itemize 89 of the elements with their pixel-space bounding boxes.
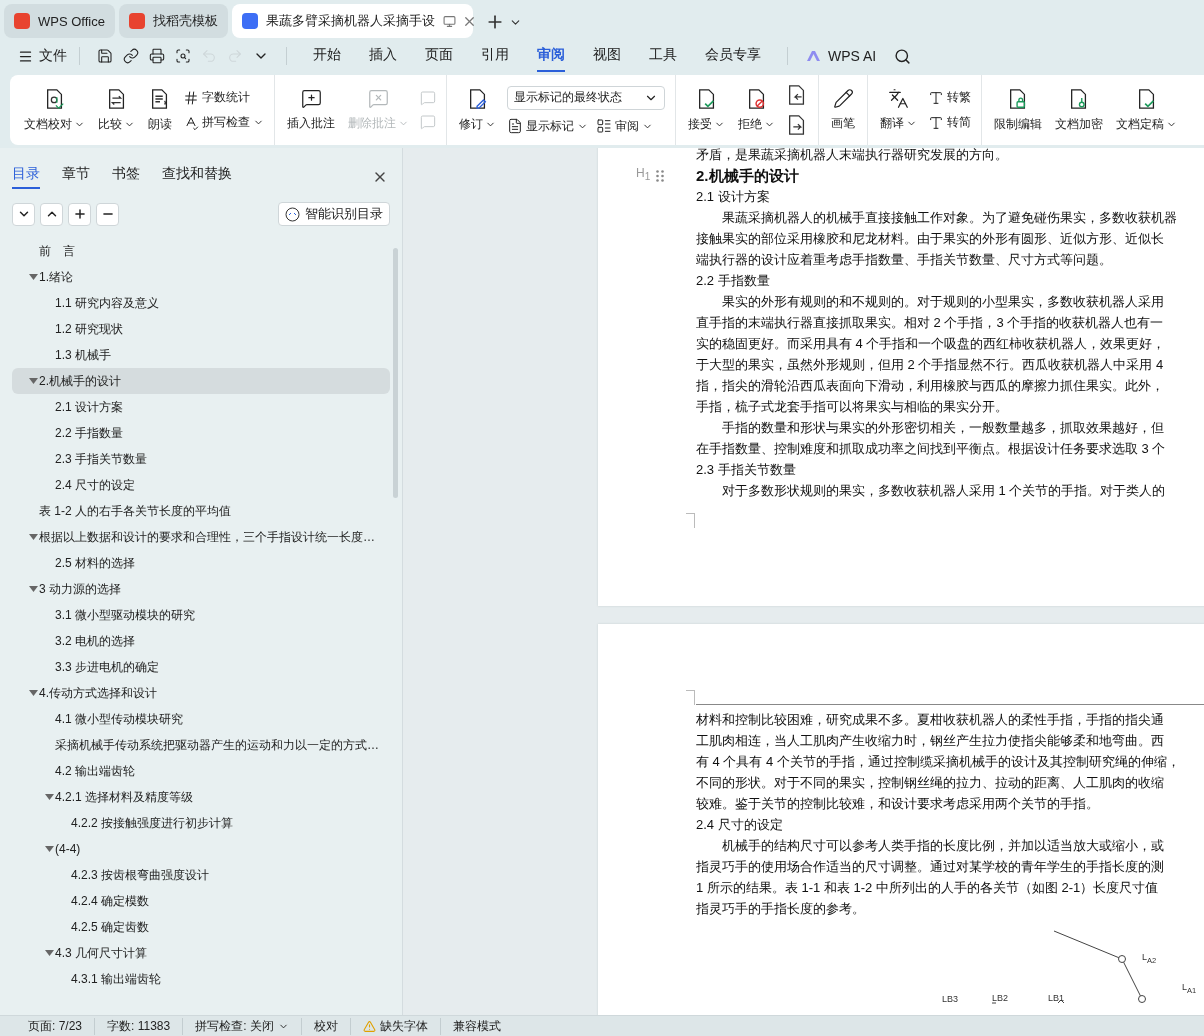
ribbon-tab[interactable]: 视图 [593, 40, 621, 72]
ribbon-tab[interactable]: 页面 [425, 40, 453, 72]
status-item: 页面: 7/23 [16, 1017, 96, 1035]
outline-item[interactable]: 前 言 [12, 238, 390, 264]
paragraph: 手指的数量和形状与果实的外形密切相关，一般数量越多，抓取效果越好，但 在手指数量、控制难度和抓取成功率之间找到平衡点。根据设计任务要求选取 3 个 [696, 419, 1167, 458]
outline-item[interactable]: 4.2.3 按齿根弯曲强度设计 [12, 862, 390, 888]
app-tab[interactable]: 找稻壳模板 [118, 4, 228, 38]
diagram-label: LB3 [942, 993, 958, 1006]
ribbon-button[interactable]: 审阅 [596, 117, 653, 135]
outline-item[interactable]: 1.3 机械手 [12, 342, 390, 368]
status-item: 校对 [301, 1017, 351, 1035]
outline-item[interactable]: 4.2.4 确定模数 [12, 888, 390, 914]
ribbon-tab[interactable]: 工具 [649, 40, 677, 72]
outline-item[interactable]: 表 1-2 人的右手各关节长度的平均值 [12, 498, 390, 524]
outline-item[interactable]: 4.2.1 选择材料及精度等级 [12, 784, 390, 810]
paragraph: 材料和控制比较困难，研究成果不多。夏柑收获机器人的柔性手指，手指的指尖通 工肌肉相连，当人工肌肉产生收缩力时，钢丝产生拉力使指尖能够柔和地弯曲。西 有 4 个具有 4 个关节的手指，通过控制缆采摘机械手的设计及其控制研究绳的伸缩， 不同的形状。对于不同的果实，控制钢丝绳的拉力、拉动的距离、人工肌肉的收缩 较难。鉴于关节的控制比较难，和设计要求考虑采用两个关节的手指。 [696, 711, 1181, 813]
outline-item[interactable]: 4.3.1 输出端齿轮 [12, 966, 390, 992]
subsection-heading: 2.4 尺寸的设定 [696, 816, 784, 834]
subsection-heading: 2.3 手指关节数量 [696, 461, 797, 479]
diagram-label: LB2 [992, 992, 1008, 1005]
diagram-label: LB1 [1048, 992, 1064, 1005]
subsection-heading: 2.2 手指数量 [696, 272, 771, 290]
panel-tab[interactable]: 查找和替换 [162, 165, 232, 189]
paragraph: 果蔬采摘机器人的机械手直接接触工作对象。为了避免碰伤果实，多数收获机器 接触果实的部位采用橡胶和尼龙材料。由于果实的外形有圆形、近似方形、近似长 端执行器的设计应着重考虑手指数量、手指关节数量、尺寸方式等问题。 [696, 209, 1178, 269]
ribbon-button[interactable]: 转繁 [928, 89, 971, 106]
subsection-heading: 2.1 设计方案 [696, 188, 771, 206]
outline-item[interactable]: 4.2.2 按接触强度进行初步计算 [12, 810, 390, 836]
outline-item[interactable]: (4-4) [12, 836, 390, 862]
ribbon-button[interactable]: 显示标记 [507, 117, 588, 135]
ribbon-button[interactable]: 翻译 [878, 88, 919, 132]
section-heading: 2.机械手的设计 [696, 166, 799, 186]
outline-item[interactable]: 1.2 研究现状 [12, 316, 390, 342]
spell-check-status[interactable]: 拼写检查: 关闭 [183, 1017, 302, 1035]
outline-item[interactable]: 4.3 几何尺寸计算 [12, 940, 390, 966]
ribbon-button[interactable]: 文档定稿 [1114, 87, 1179, 133]
outline-item[interactable]: 4.2 输出端齿轮 [12, 758, 390, 784]
ribbon-tab[interactable]: 插入 [369, 40, 397, 72]
ribbon-button[interactable]: 插入批注 [285, 88, 337, 132]
app-tab[interactable]: WPS Office [4, 4, 115, 38]
outline-item[interactable]: 2.3 手指关节数量 [12, 446, 390, 472]
outline-item[interactable]: 采摘机械手传动系统把驱动器产生的运动和力以一定的方式… [12, 732, 390, 758]
panel-tab[interactable]: 章节 [62, 165, 90, 189]
outline-item[interactable]: 2.1 设计方案 [12, 394, 390, 420]
paragraph: 机械手的结构尺寸可以参考人类手指的长度比例，并加以适当放大或缩小，或 指灵巧手的使用场合作适当的尺寸调整。通过对某学校的青年学生的手指长度的测 1 所示的结果。表 1-1 和表 1-2 中所列出的人手的各关节（如图 2-1）长度尺寸值 指灵巧手的手指长度的参考。 [696, 837, 1165, 918]
outline-item[interactable]: 1.1 研究内容及意义 [12, 290, 390, 316]
ribbon-tab[interactable]: 引用 [481, 40, 509, 72]
diagram-label: L$_{A1}$ [1182, 981, 1197, 997]
ribbon-button[interactable]: 文档加密 [1053, 87, 1105, 133]
panel-tab[interactable]: 目录 [12, 165, 40, 189]
ribbon-tab[interactable]: 开始 [313, 40, 341, 72]
outline-item[interactable]: 4.传动方式选择和设计 [12, 680, 390, 706]
ribbon-button[interactable]: 文档校对 [22, 87, 87, 133]
paragraph: 果实的外形有规则的和不规则的。对于规则的小型果实，多数收获机器人采用 直手指的末端执行器直接抓取果实。相对 2 个手指，3 个手指的收获机器人也有一 实的稳固更好。而采用具有 4 个手指和一个吸盘的西红柿收获机器人，效果更好， 于大型的果实，虽然外形规则，但用 2 个手指显然不行。西瓜收获机器人中采用 4 指，指尖的滑轮沿西瓜表面向下滑动，利用橡胶与西瓜的摩擦力抓住果实。此外， 手指，梳子式龙套手指可以将果实与相临的果实分开。 [696, 293, 1167, 416]
ribbon-tab[interactable]: 会员专享 [705, 40, 761, 72]
outline-item[interactable]: 2.2 手指数量 [12, 420, 390, 446]
smart-toc-button[interactable]: 智能识别目录 [278, 202, 390, 226]
ribbon-button[interactable]: 修订 [457, 87, 498, 133]
diagram-label: L$_{A2}$ [1142, 951, 1157, 967]
status-item: 字数: 11383 [95, 1017, 184, 1035]
markup-select[interactable]: 显示标记的最终状态 [507, 85, 665, 110]
paragraph: 矛盾，是果蔬采摘机器人末端执行器研究发展的方向。 [696, 148, 1009, 164]
outline-item[interactable]: 2.4 尺寸的设定 [12, 472, 390, 498]
ribbon-button[interactable]: 转简 [928, 114, 971, 131]
file-menu[interactable]: 文件 [18, 47, 67, 65]
ribbon-button[interactable]: 拼写检查 [183, 114, 264, 131]
ai-button[interactable]: WPS AI [800, 47, 883, 65]
status-item: 兼容模式 [451, 1017, 502, 1035]
outline-item[interactable]: 4.2.5 确定齿数 [12, 914, 390, 940]
ribbon-button[interactable]: 拒绝 [736, 87, 777, 133]
outline-item[interactable]: 3.3 步进电机的确定 [12, 654, 390, 680]
paragraph: 对于多数形状规则的果实，多数收获机器人采用 1 个关节的手指。对于类人的 [721, 482, 1167, 500]
panel-tab[interactable]: 书签 [112, 165, 140, 189]
app-tab[interactable]: 果蔬多臂采摘机器人采摘手设 [231, 4, 473, 38]
outline-item[interactable]: 根据以上数据和设计的要求和合理性，三个手指设计统一长度… [12, 524, 390, 550]
outline-item[interactable]: 2.5 材料的选择 [12, 550, 390, 576]
ribbon-button[interactable]: 朗读 [146, 87, 174, 133]
outline-item[interactable]: 3.2 电机的选择 [12, 628, 390, 654]
outline-item[interactable]: 1.绪论 [12, 264, 390, 290]
ribbon-button[interactable]: 接受 [686, 87, 727, 133]
outline-item[interactable]: 4.1 微小型传动模块研究 [12, 706, 390, 732]
ribbon-button[interactable]: 画笔 [829, 88, 857, 132]
ribbon-tab[interactable]: 审阅 [537, 40, 565, 72]
ribbon-button[interactable]: 限制编辑 [992, 87, 1044, 133]
ribbon-button[interactable]: 比较 [96, 87, 137, 133]
missing-font-status[interactable]: 缺失字体 [350, 1017, 441, 1035]
ribbon-button[interactable]: 字数统计 [183, 89, 250, 106]
outline-item[interactable]: 2.机械手的设计 [12, 368, 390, 394]
outline-item[interactable]: 3.1 微小型驱动模块的研究 [12, 602, 390, 628]
outline-item[interactable]: 3 动力源的选择 [12, 576, 390, 602]
